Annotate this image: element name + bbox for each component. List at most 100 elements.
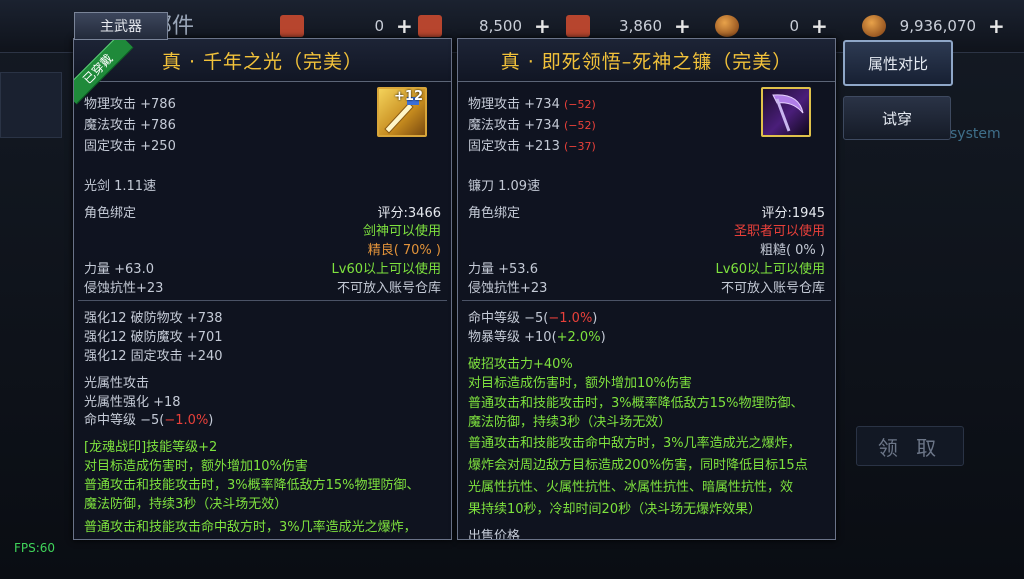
gold-icon (862, 15, 886, 37)
level-requirement: Lv60以上可以使用 (715, 262, 825, 277)
crit-value: +2.0% (556, 330, 601, 345)
add-currency-button[interactable]: + (534, 14, 551, 38)
currency-value: 9,936,070 (899, 17, 976, 35)
weapon-type: 光剑 1.11速 (84, 179, 157, 194)
stat-row: 魔法攻击 +786 (84, 118, 176, 133)
storage-note: 不可放入账号仓库 (336, 281, 441, 296)
item-title: 真 · 千年之光（完美） (161, 50, 364, 73)
stat-diff: (−52) (563, 98, 596, 111)
equipped-item-tooltip: 已穿戴 真 · 千年之光（完美） +12 物理攻击 +786 魔法攻击 +786… (73, 38, 452, 540)
enhance-level-badge: +12 (394, 89, 423, 104)
hit-close: ) (592, 311, 598, 326)
currency-value: 8,500 (479, 17, 522, 35)
stat-row: 固定攻击 +250 (84, 139, 176, 154)
hit-label: 命中等级 −5( (468, 311, 549, 326)
stat-row: 物理攻击 +786 (84, 97, 176, 112)
add-currency-button[interactable]: + (811, 14, 828, 38)
effect-line: 对目标造成伤害时，额外增加10%伤害 (84, 459, 308, 474)
currency-3: 3,860 + (566, 14, 691, 38)
crit-stat: 物暴等级 +10(+2.0%) (468, 326, 606, 345)
light-sword-icon[interactable]: +12 (377, 87, 427, 137)
effect-line: 魔法防御，持续3秒（决斗场无效） (84, 497, 288, 512)
try-on-button-label: 试穿 (881, 109, 912, 128)
effect-line: 光属性抗性、火属性抗性、冰属性抗性、暗属性抗性，效 (468, 480, 794, 495)
currency-value: 0 (374, 17, 384, 35)
effect-line: 爆炸会对周边敌方目标造成200%伤害，同时降低目标15点 (468, 458, 808, 473)
score: 评分:1945 (761, 206, 825, 221)
effect-line: 破招攻击力+40% (468, 357, 573, 372)
effect-line: 对目标造成伤害时，额外增加10%伤害 (468, 376, 692, 391)
currency-value: 3,860 (619, 17, 662, 35)
bind-type: 角色绑定 (468, 206, 521, 221)
currency-4: 0 + (715, 14, 828, 38)
scroll-icon (280, 15, 304, 37)
enhance-row: 强化12 破防魔攻 +701 (84, 330, 223, 345)
add-currency-button[interactable]: + (396, 14, 413, 38)
scroll-icon (566, 15, 590, 37)
crit-label: 物暴等级 +10( (468, 330, 557, 345)
claim-button[interactable]: 领 取 (856, 426, 964, 466)
add-currency-button[interactable]: + (674, 14, 691, 38)
effect-line: 普通攻击和技能攻击命中敌方时，3%几率造成光之爆炸， (468, 436, 801, 451)
corrosion-resist: 侵蚀抗性+23 (468, 281, 548, 296)
compare-button-label: 属性对比 (867, 54, 928, 73)
item-title: 真 · 即死领悟–死神之镰（完美） (500, 50, 793, 73)
stat-diff: (−52) (563, 119, 596, 132)
currency-5: 9,936,070 + (862, 14, 1005, 38)
effect-line: 普通攻击和技能攻击命中敌方时，3%几率造成光之爆炸， (84, 520, 417, 535)
weapon-type: 镰刀 1.09速 (468, 179, 541, 194)
scythe-icon (772, 94, 804, 132)
effect-line: 普通攻击和技能攻击时，3%概率降低敌方15%物理防御、 (468, 396, 804, 411)
system-label: system (950, 126, 1001, 142)
quality: 精良( 70% ) (367, 243, 441, 258)
stat-diff: (−37) (563, 140, 596, 153)
hit-close: ) (208, 413, 214, 428)
main-weapon-tag: 主武器 (74, 12, 168, 40)
fps-counter: FPS:60 (14, 541, 56, 555)
compare-attributes-button[interactable]: 属性对比 (843, 40, 953, 86)
effect-line: 果持续10秒，冷却时间20秒（决斗场无爆炸效果） (468, 502, 762, 517)
compare-item-tooltip: 真 · 即死领悟–死神之镰（完美） 物理攻击 +734 (−52) 魔法攻击 +… (457, 38, 836, 540)
effect-line: 魔法防御，持续3秒（决斗场无效） (468, 415, 672, 430)
usable-class: 剑神可以使用 (362, 224, 441, 239)
stat-row: 物理攻击 +734 (−52) (468, 93, 596, 112)
death-scythe-icon[interactable] (761, 87, 811, 137)
storage-note: 不可放入账号仓库 (720, 281, 825, 296)
element-enhance: 光属性强化 +18 (84, 395, 181, 410)
hit-label: 命中等级 −5( (84, 413, 165, 428)
score: 评分:3466 (377, 206, 441, 221)
quality: 粗糙( 0% ) (759, 243, 825, 258)
strength-stat: 力量 +63.0 (84, 262, 154, 277)
strength-stat: 力量 +53.6 (468, 262, 538, 277)
hit-stat: 命中等级 −5(−1.0%) (84, 409, 213, 428)
stat-label: 物理攻击 +734 (468, 97, 564, 112)
sell-price: 出售价格 (468, 529, 521, 540)
add-currency-button[interactable]: + (988, 14, 1005, 38)
effect-line: [龙魂战印]技能等级+2 (84, 440, 218, 455)
stat-row: 魔法攻击 +734 (−52) (468, 114, 596, 133)
claim-button-label: 领 取 (877, 435, 943, 460)
corrosion-resist: 侵蚀抗性+23 (84, 281, 164, 296)
currency-1: 0 + (280, 14, 413, 38)
hit-stat: 命中等级 −5(−1.0%) (468, 307, 597, 326)
scroll-icon (418, 15, 442, 37)
stat-label: 固定攻击 +213 (468, 139, 564, 154)
divider (462, 300, 831, 301)
level-requirement: Lv60以上可以使用 (331, 262, 441, 277)
background-tab (0, 72, 62, 138)
effect-line: 普通攻击和技能攻击时，3%概率降低敌方15%物理防御、 (84, 478, 420, 493)
crit-close: ) (600, 330, 606, 345)
usable-class: 圣职者可以使用 (733, 224, 825, 239)
item-title-bar: 真 · 即死领悟–死神之镰（完美） (458, 39, 835, 82)
currency-value: 0 (789, 17, 799, 35)
element-title: 光属性攻击 (84, 376, 150, 391)
stat-label: 魔法攻击 +734 (468, 118, 564, 133)
bind-type: 角色绑定 (84, 206, 137, 221)
stat-row: 固定攻击 +213 (−37) (468, 135, 596, 154)
try-on-button[interactable]: 试穿 (843, 96, 951, 140)
enhance-row: 强化12 固定攻击 +240 (84, 349, 223, 364)
hit-value: −1.0% (164, 413, 209, 428)
hit-value: −1.0% (548, 311, 593, 326)
coin-icon (715, 15, 739, 37)
currency-2: 8,500 + (418, 14, 551, 38)
